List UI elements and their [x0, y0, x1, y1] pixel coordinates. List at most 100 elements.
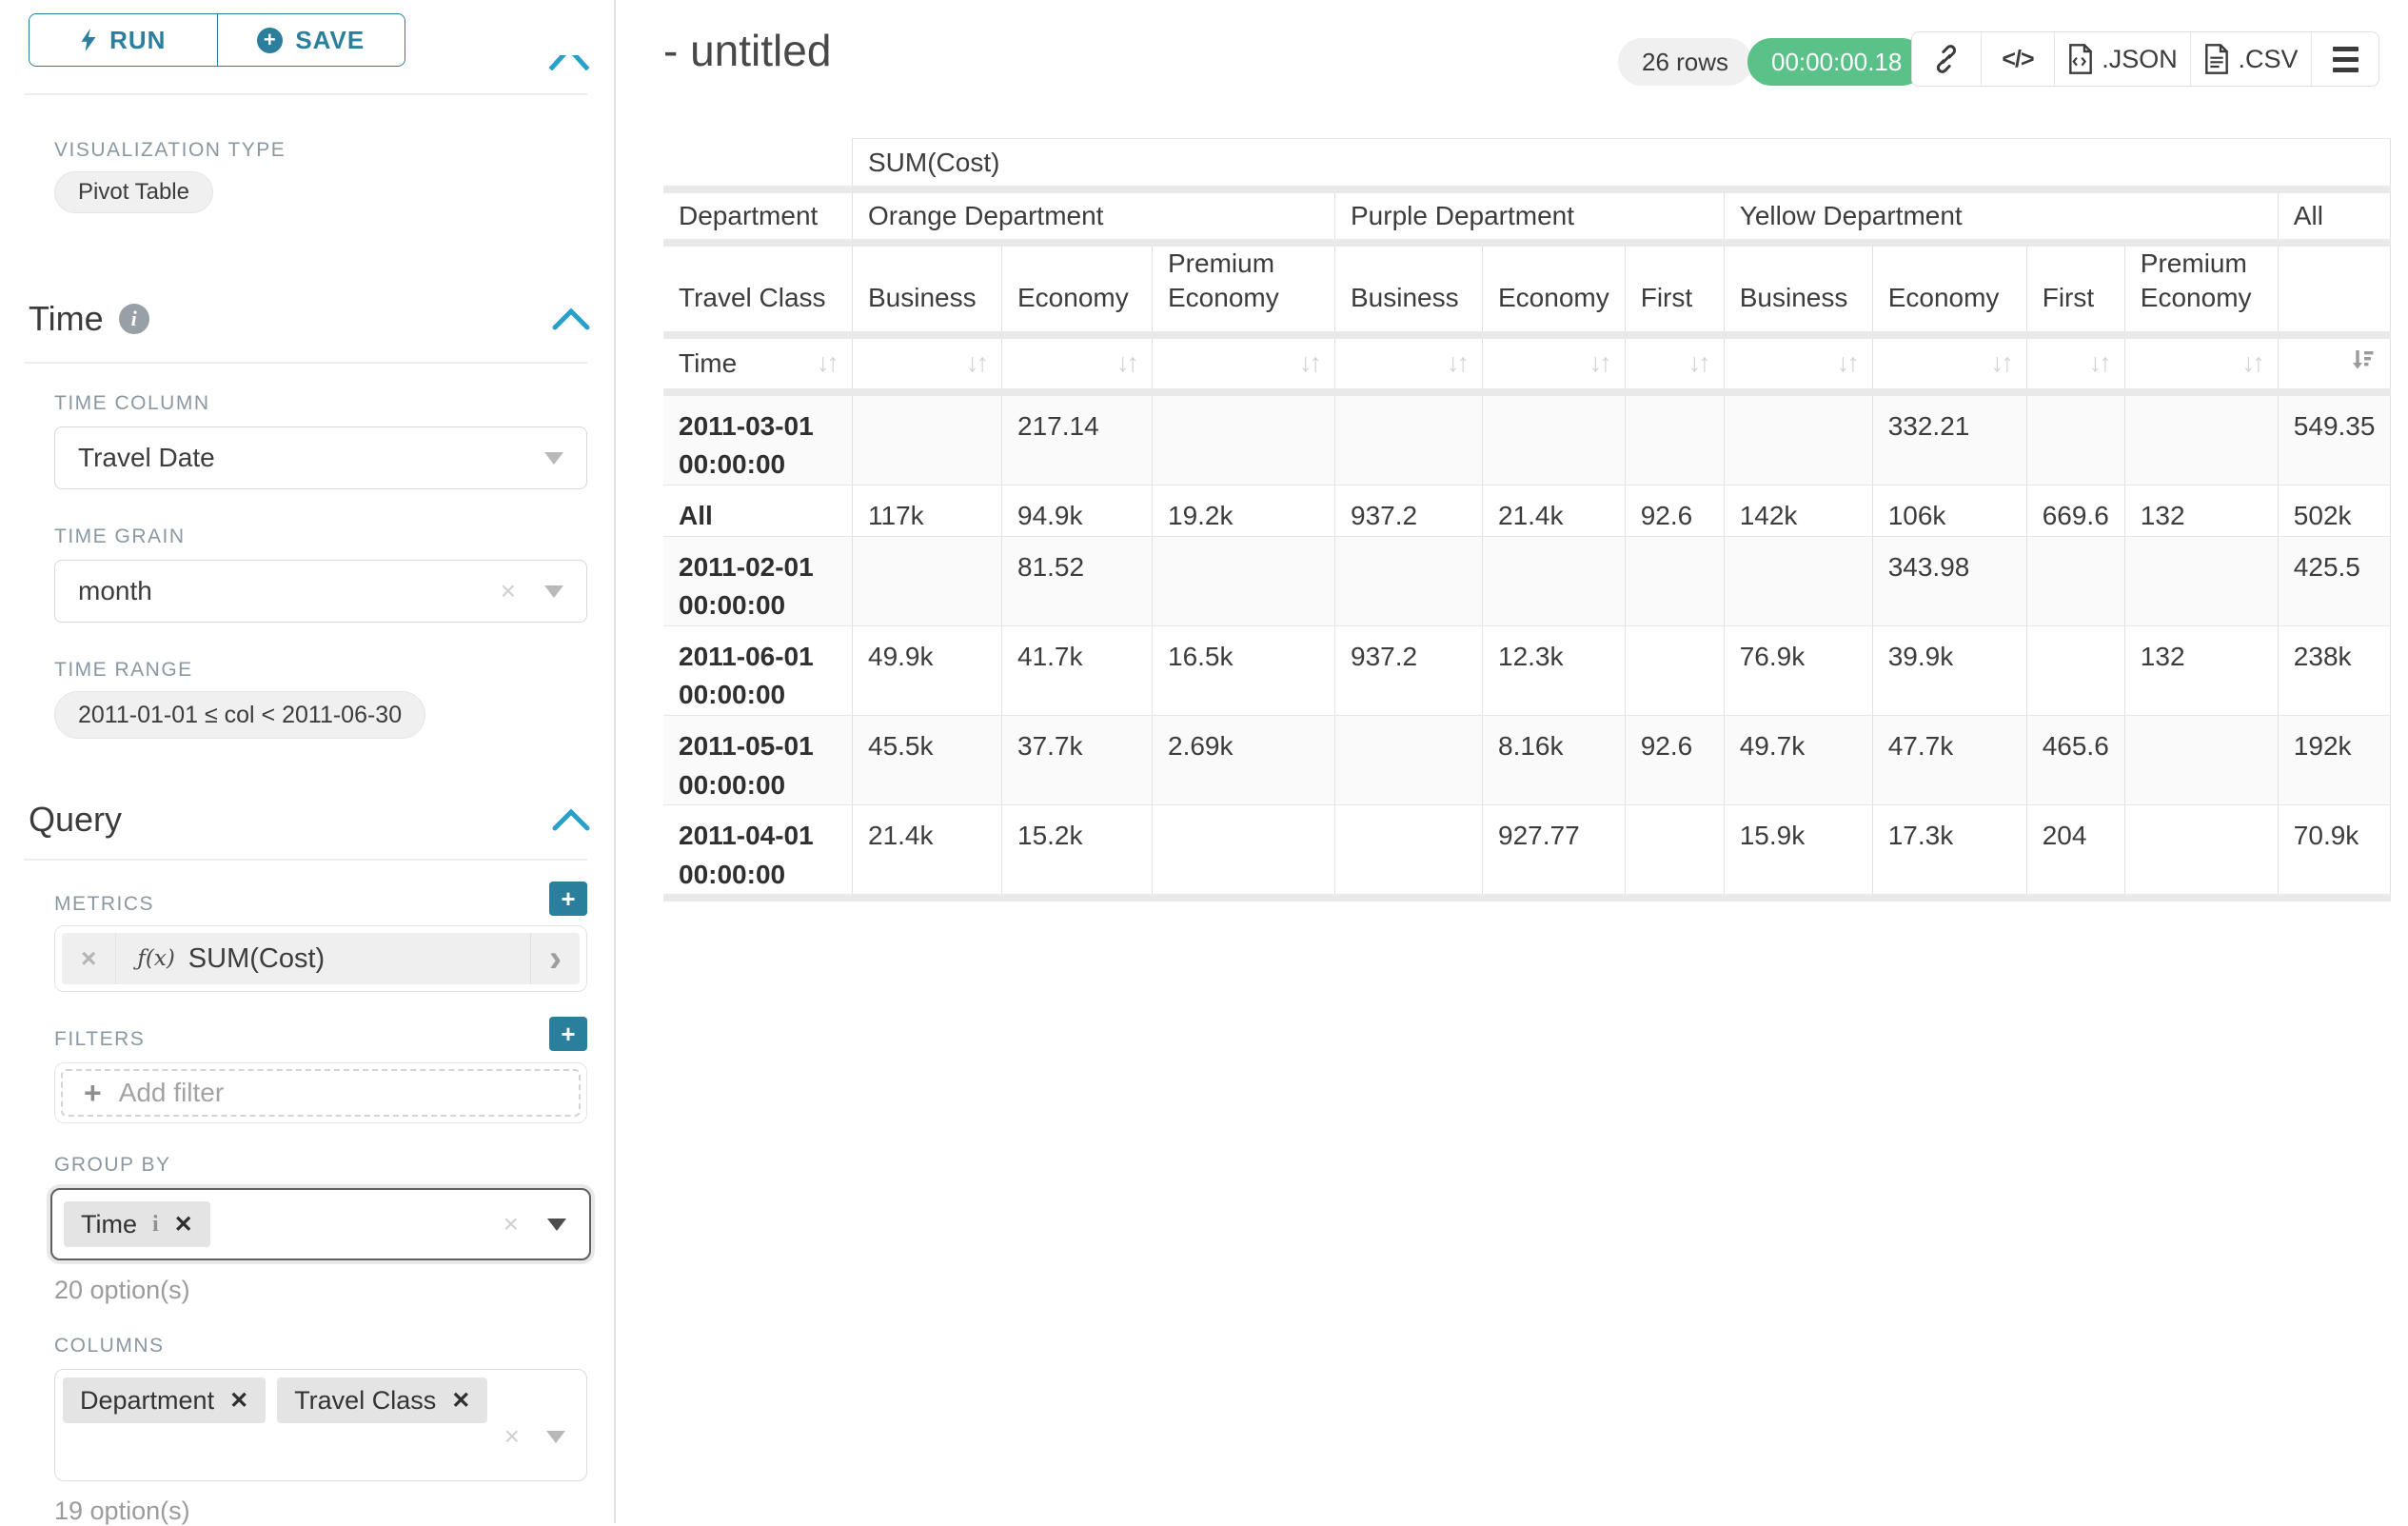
pivot-value-cell: [1153, 804, 1335, 894]
column-info-icon[interactable]: i: [152, 1212, 159, 1238]
pivot-value-cell: 425.5: [2279, 536, 2392, 625]
time-collapse-icon[interactable]: [552, 307, 590, 336]
pivot-department-axis-label: Department: [663, 193, 853, 239]
filters-label: FILTERS: [54, 1028, 145, 1051]
view-query-button[interactable]: </>: [1981, 32, 2054, 86]
metrics-label: METRICS: [54, 893, 154, 916]
row-separator: [663, 186, 2391, 193]
pivot-value-cell: 117k: [853, 485, 1002, 536]
save-button[interactable]: + SAVE: [217, 14, 405, 66]
pivot-value-cell: 76.9k: [1725, 625, 1873, 715]
remove-chip-icon[interactable]: ✕: [174, 1211, 193, 1239]
panel-divider: [614, 0, 616, 1523]
sort-icon[interactable]: ↓↑: [817, 348, 837, 378]
pivot-value-cell: 106k: [1873, 485, 2027, 536]
time-column-select[interactable]: Travel Date: [54, 426, 587, 489]
export-csv-button[interactable]: .CSV: [2190, 32, 2311, 86]
remove-chip-icon[interactable]: ✕: [451, 1387, 470, 1415]
sort-icon[interactable]: ↓↑: [1589, 348, 1609, 378]
pivot-value-cell: [2125, 396, 2279, 485]
pivot-class-header: First: [1626, 247, 1725, 331]
sort-icon[interactable]: ↓↑: [1299, 348, 1319, 378]
sort-icon[interactable]: ↓↑: [1837, 348, 1857, 378]
expand-metric-icon[interactable]: ›: [530, 933, 580, 984]
pivot-sort-cell: ↓↑: [1873, 339, 2027, 388]
chart-title[interactable]: - untitled: [663, 25, 831, 76]
add-filter-plus-button[interactable]: +: [549, 1017, 587, 1051]
remove-chip-icon[interactable]: ✕: [229, 1387, 248, 1415]
columns-select[interactable]: Department✕Travel Class✕ ×: [54, 1369, 587, 1481]
sort-icon[interactable]: ↓↑: [2089, 348, 2109, 378]
add-filter-button[interactable]: + Add filter: [61, 1069, 581, 1117]
pivot-value-cell: 937.2: [1335, 625, 1483, 715]
remove-metric-icon[interactable]: ×: [62, 933, 116, 984]
pivot-sort-cell: ↓↑: [1725, 339, 1873, 388]
pivot-department-header: Yellow Department: [1725, 193, 2279, 239]
pivot-sort-cell: [2279, 339, 2392, 388]
pivot-value-cell: 192k: [2279, 715, 2392, 804]
more-menu-button[interactable]: [2311, 32, 2378, 86]
clear-icon[interactable]: ×: [501, 578, 516, 604]
sort-icon[interactable]: ↓↑: [1991, 348, 2011, 378]
pivot-value-cell: 2.69k: [1153, 715, 1335, 804]
chevron-down-icon[interactable]: [544, 585, 563, 598]
pivot-value-cell: 8.16k: [1483, 715, 1626, 804]
json-file-icon: [2067, 44, 2094, 74]
query-collapse-icon[interactable]: [552, 807, 590, 837]
pivot-value-cell: 343.98: [1873, 536, 2027, 625]
metric-pill[interactable]: × ƒ(x) SUM(Cost) ›: [62, 933, 580, 984]
group-by-options-hint: 20 option(s): [54, 1276, 190, 1305]
share-link-button[interactable]: [1912, 32, 1981, 86]
chevron-down-icon[interactable]: [546, 1431, 565, 1443]
sort-icon[interactable]: ↓↑: [1116, 348, 1136, 378]
pivot-value-cell: [2027, 536, 2125, 625]
selected-option-chip[interactable]: Timei✕: [64, 1201, 210, 1247]
pivot-row-label: 2011-02-01 00:00:00: [663, 536, 853, 625]
pivot-sort-cell: ↓↑: [853, 339, 1002, 388]
pivot-sort-cell: ↓↑: [2027, 339, 2125, 388]
run-button[interactable]: RUN: [30, 14, 217, 66]
row-separator: [663, 331, 2391, 339]
clear-icon[interactable]: ×: [504, 1423, 520, 1450]
pivot-metric-header: SUM(Cost): [853, 138, 2391, 186]
info-icon[interactable]: i: [119, 304, 149, 334]
clear-icon[interactable]: ×: [503, 1211, 519, 1238]
sort-icon[interactable]: ↓↑: [2242, 348, 2262, 378]
pivot-value-cell: [1335, 396, 1483, 485]
sort-icon[interactable]: ↓↑: [1447, 348, 1467, 378]
pivot-value-cell: 15.9k: [1725, 804, 1873, 894]
table-row: 2011-06-01 00:00:0049.9k41.7k16.5k937.21…: [663, 625, 2391, 715]
pivot-class-header: Premium Economy: [2125, 247, 2279, 331]
group-by-select[interactable]: Timei✕ ×: [50, 1188, 591, 1260]
time-grain-select[interactable]: month ×: [54, 560, 587, 623]
chevron-down-icon[interactable]: [544, 452, 563, 465]
table-row: All117k94.9k19.2k937.221.4k92.6142k106k6…: [663, 485, 2391, 536]
sort-desc-icon[interactable]: [2350, 347, 2375, 379]
query-timer-badge: 00:00:00.18: [1747, 38, 1925, 86]
pivot-table: SUM(Cost)DepartmentOrange DepartmentPurp…: [663, 138, 2391, 902]
time-range-pill[interactable]: 2011-01-01 ≤ col < 2011-06-30: [54, 691, 425, 739]
sort-icon[interactable]: ↓↑: [1688, 348, 1708, 378]
export-json-button[interactable]: .JSON: [2054, 32, 2190, 86]
selected-option-chip[interactable]: Travel Class✕: [277, 1377, 487, 1423]
pivot-sort-cell: ↓↑: [1335, 339, 1483, 388]
pivot-value-cell: [1725, 396, 1873, 485]
pivot-sort-cell: ↓↑: [1002, 339, 1153, 388]
pivot-sort-cell: ↓↑: [1626, 339, 1725, 388]
row-count-badge: 26 rows: [1618, 38, 1752, 86]
pivot-value-cell: [1626, 396, 1725, 485]
sort-icon[interactable]: ↓↑: [966, 348, 986, 378]
pivot-value-cell: 465.6: [2027, 715, 2125, 804]
pivot-class-header: Economy: [1873, 247, 2027, 331]
add-metric-button[interactable]: +: [549, 882, 587, 916]
chevron-down-icon[interactable]: [547, 1219, 566, 1231]
selected-option-chip[interactable]: Department✕: [63, 1377, 266, 1423]
pivot-row-label: All: [663, 485, 853, 536]
pivot-class-header: Economy: [1483, 247, 1626, 331]
chart-type-collapse-icon[interactable]: [548, 55, 590, 70]
viz-type-pill[interactable]: Pivot Table: [54, 171, 213, 213]
code-icon: </>: [2002, 46, 2033, 73]
pivot-value-cell: 21.4k: [853, 804, 1002, 894]
pivot-value-cell: [2125, 804, 2279, 894]
pivot-corner-cell: [663, 138, 853, 186]
